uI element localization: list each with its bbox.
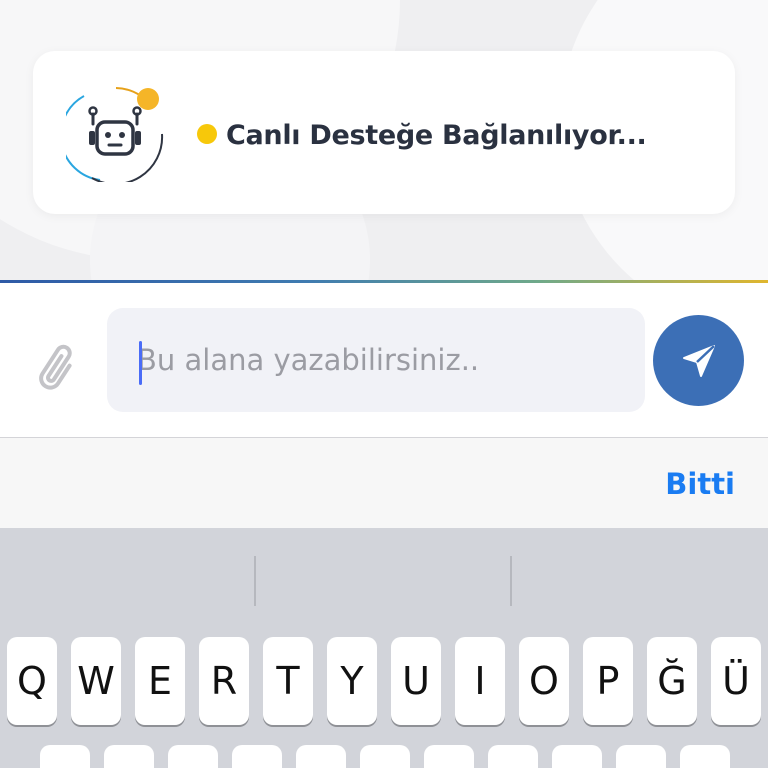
- send-plane-icon: [682, 344, 715, 377]
- connection-status-text: Canlı Desteğe Bağlanılıyor...: [226, 120, 647, 151]
- message-input[interactable]: [137, 338, 617, 382]
- key-p[interactable]: P: [583, 637, 633, 725]
- status-indicator-dot: [197, 124, 217, 144]
- key-row2[interactable]: [296, 745, 346, 768]
- key-g-breve[interactable]: Ğ: [647, 637, 697, 725]
- key-e[interactable]: E: [135, 637, 185, 725]
- key-w[interactable]: W: [71, 637, 121, 725]
- done-button[interactable]: Bitti: [665, 462, 735, 506]
- key-row2[interactable]: [232, 745, 282, 768]
- key-t[interactable]: T: [263, 637, 313, 725]
- key-row2[interactable]: [680, 745, 730, 768]
- key-u-umlaut[interactable]: Ü: [711, 637, 761, 725]
- key-q[interactable]: Q: [7, 637, 57, 725]
- robot-icon: [59, 84, 164, 186]
- key-row2[interactable]: [104, 745, 154, 768]
- paperclip-icon: [39, 344, 72, 390]
- key-row2[interactable]: [616, 745, 666, 768]
- key-row2[interactable]: [40, 745, 90, 768]
- key-u[interactable]: U: [391, 637, 441, 725]
- key-row2[interactable]: [552, 745, 602, 768]
- keyboard-toolbar: [0, 438, 768, 528]
- key-i[interactable]: I: [455, 637, 505, 725]
- suggestion-separator: [254, 556, 256, 606]
- attach-button[interactable]: [30, 336, 86, 392]
- key-o[interactable]: O: [519, 637, 569, 725]
- key-row2[interactable]: [168, 745, 218, 768]
- key-r[interactable]: R: [199, 637, 249, 725]
- key-row2[interactable]: [424, 745, 474, 768]
- key-y[interactable]: Y: [327, 637, 377, 725]
- send-button[interactable]: [653, 315, 744, 406]
- suggestion-separator: [510, 556, 512, 606]
- text-cursor: [139, 341, 142, 385]
- key-row2[interactable]: [488, 745, 538, 768]
- key-row2[interactable]: [360, 745, 410, 768]
- message-field[interactable]: [107, 308, 645, 412]
